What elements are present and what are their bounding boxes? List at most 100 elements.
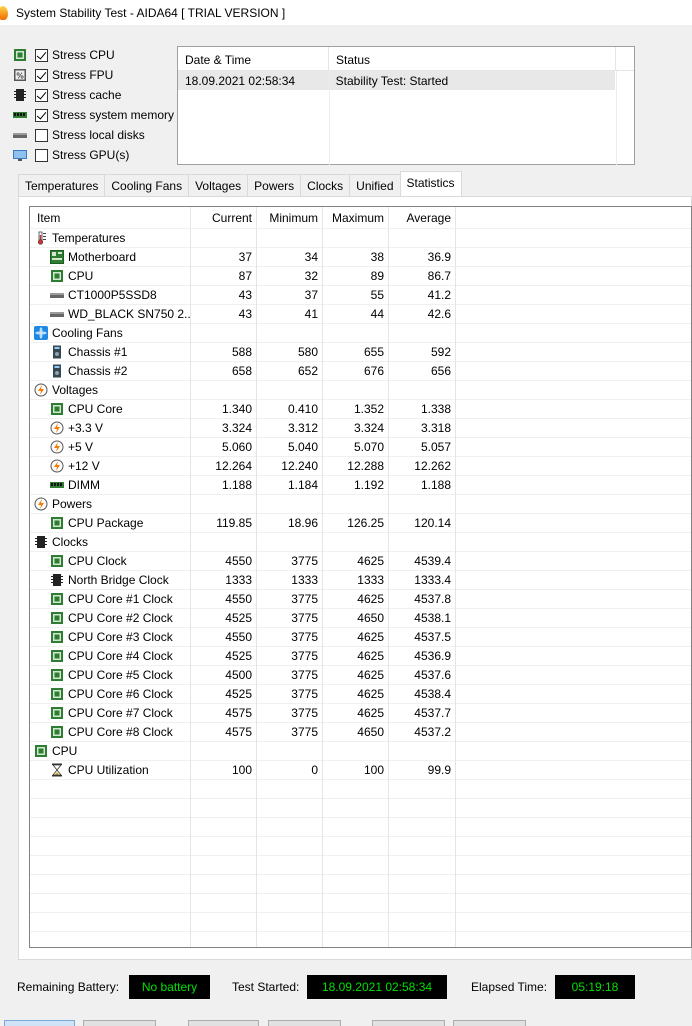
statistics-grid[interactable]: Item Current Minimum Maximum Average Tem… <box>29 206 692 948</box>
table-row[interactable]: CPU Core #8 Clock 4575 3775 4650 4537.2 <box>30 722 691 742</box>
table-row[interactable]: CPU Clock 4550 3775 4625 4539.4 <box>30 551 691 571</box>
group-row[interactable]: Cooling Fans <box>30 323 691 343</box>
statistics-rows: Temperatures Motherboard 37 34 38 36.9 CPU 87 32… <box>30 228 691 947</box>
cell-maximum <box>323 380 389 400</box>
table-row[interactable]: DIMM 1.188 1.184 1.192 1.188 <box>30 475 691 495</box>
stress-checkbox[interactable] <box>35 48 48 62</box>
group-row[interactable]: CPU <box>30 741 691 761</box>
table-row[interactable]: CPU Utilization 100 0 100 99.9 <box>30 760 691 780</box>
group-row[interactable]: Powers <box>30 494 691 514</box>
col-maximum-header[interactable]: Maximum <box>323 207 389 228</box>
stress-option[interactable]: Stress cache <box>12 85 182 105</box>
stress-option[interactable]: Stress CPU <box>12 45 182 65</box>
table-row[interactable]: CT1000P5SSD8 43 37 55 41.2 <box>30 285 691 305</box>
cell-average: 656 <box>389 361 456 381</box>
cell-minimum <box>257 532 323 552</box>
cell-minimum: 1.184 <box>257 475 323 495</box>
tab-cooling-fans[interactable]: Cooling Fans <box>104 174 190 196</box>
cell-current: 4550 <box>191 551 257 571</box>
table-row[interactable]: Chassis #1 588 580 655 592 <box>30 342 691 362</box>
table-row[interactable]: CPU Core #7 Clock 4575 3775 4625 4537.7 <box>30 703 691 723</box>
bolt-icon <box>34 383 48 397</box>
fpu-icon: % <box>12 68 28 82</box>
cell-item: CPU <box>30 266 191 286</box>
cell-current: 4525 <box>191 608 257 628</box>
table-row[interactable]: Chassis #2 658 652 676 656 <box>30 361 691 381</box>
table-row[interactable]: CPU Core #5 Clock 4500 3775 4625 4537.6 <box>30 665 691 685</box>
stress-checkbox[interactable] <box>35 88 48 102</box>
tab-statistics[interactable]: Statistics <box>399 171 462 196</box>
col-average-header[interactable]: Average <box>389 207 456 228</box>
cell-minimum <box>257 323 323 343</box>
table-row[interactable]: CPU Core #3 Clock 4550 3775 4625 4537.5 <box>30 627 691 647</box>
status-log-row[interactable]: 18.09.2021 02:58:34 Stability Test: Star… <box>178 71 615 90</box>
stress-checkbox[interactable] <box>35 148 48 162</box>
status-col-date[interactable]: Date & Time <box>178 47 329 70</box>
cell-item: WD_BLACK SN750 2... <box>30 304 191 324</box>
table-row[interactable]: CPU Core #1 Clock 4550 3775 4625 4537.8 <box>30 589 691 609</box>
disk-icon <box>50 288 64 302</box>
tab-clocks[interactable]: Clocks <box>300 174 351 196</box>
table-row[interactable]: CPU Core #4 Clock 4525 3775 4625 4536.9 <box>30 646 691 666</box>
cell-average <box>389 741 456 761</box>
cell-minimum: 41 <box>257 304 323 324</box>
table-row[interactable]: +3.3 V 3.324 3.312 3.324 3.318 <box>30 418 691 438</box>
cell-item: CPU Clock <box>30 551 191 571</box>
table-row[interactable]: North Bridge Clock 1333 1333 1333 1333.4 <box>30 570 691 590</box>
cell-item: CPU <box>30 741 191 761</box>
table-row[interactable]: Motherboard 37 34 38 36.9 <box>30 247 691 267</box>
stop-button[interactable] <box>83 1020 156 1026</box>
cell-maximum: 89 <box>323 266 389 286</box>
empty-row <box>30 855 691 875</box>
cell-current <box>191 532 257 552</box>
cell-item: CPU Core #4 Clock <box>30 646 191 666</box>
table-row[interactable]: +12 V 12.264 12.240 12.288 12.262 <box>30 456 691 476</box>
save-button[interactable] <box>268 1020 341 1026</box>
cpu-icon <box>50 706 64 720</box>
col-minimum-header[interactable]: Minimum <box>257 207 323 228</box>
item-label: CPU Core #3 Clock <box>68 629 173 644</box>
cell-average: 36.9 <box>389 247 456 267</box>
motherboard-icon <box>50 250 64 264</box>
stress-option[interactable]: Stress local disks <box>12 125 182 145</box>
cell-maximum: 126.25 <box>323 513 389 533</box>
start-button[interactable] <box>4 1020 75 1026</box>
tab-powers[interactable]: Powers <box>247 174 302 196</box>
table-row[interactable]: CPU Package 119.85 18.96 126.25 120.14 <box>30 513 691 533</box>
col-current-header[interactable]: Current <box>191 207 257 228</box>
group-row[interactable]: Temperatures <box>30 228 691 248</box>
tab-strip: Temperatures Cooling Fans Voltages Powers Cl… <box>18 171 462 196</box>
clear-button[interactable] <box>188 1020 259 1026</box>
tab-unified[interactable]: Unified <box>349 174 401 196</box>
cell-item: +5 V <box>30 437 191 457</box>
table-row[interactable]: CPU 87 32 89 86.7 <box>30 266 691 286</box>
stress-option[interactable]: % Stress FPU <box>12 65 182 85</box>
item-label: +5 V <box>68 439 94 454</box>
preferences-button[interactable] <box>372 1020 445 1026</box>
tab-voltages[interactable]: Voltages <box>188 174 249 196</box>
stress-option[interactable]: Stress GPU(s) <box>12 145 182 165</box>
table-row[interactable]: CPU Core #6 Clock 4525 3775 4625 4538.4 <box>30 684 691 704</box>
stress-option[interactable]: Stress system memory <box>12 105 182 125</box>
close-button[interactable] <box>453 1020 526 1026</box>
stress-label: Stress CPU <box>52 48 115 62</box>
col-item-header[interactable]: Item <box>30 207 191 228</box>
cell-average: 4537.6 <box>389 665 456 685</box>
table-row[interactable]: WD_BLACK SN750 2... 43 41 44 42.6 <box>30 304 691 324</box>
group-row[interactable]: Voltages <box>30 380 691 400</box>
cell-current: 5.060 <box>191 437 257 457</box>
stress-checkbox[interactable] <box>35 108 48 122</box>
stress-checkbox[interactable] <box>35 68 48 82</box>
group-row[interactable]: Clocks <box>30 532 691 552</box>
table-row[interactable]: CPU Core #2 Clock 4525 3775 4650 4538.1 <box>30 608 691 628</box>
stress-checkbox[interactable] <box>35 128 48 142</box>
table-row[interactable]: +5 V 5.060 5.040 5.070 5.057 <box>30 437 691 457</box>
tab-temperatures[interactable]: Temperatures <box>18 174 106 196</box>
item-label: Clocks <box>52 534 89 549</box>
battery-readout: No battery <box>129 975 210 999</box>
item-label: CPU Core #2 Clock <box>68 610 173 625</box>
table-row[interactable]: CPU Core 1.340 0.410 1.352 1.338 <box>30 399 691 419</box>
cell-item: CPU Core #5 Clock <box>30 665 191 685</box>
cell-average: 99.9 <box>389 760 456 780</box>
status-col-status[interactable]: Status <box>329 47 616 70</box>
